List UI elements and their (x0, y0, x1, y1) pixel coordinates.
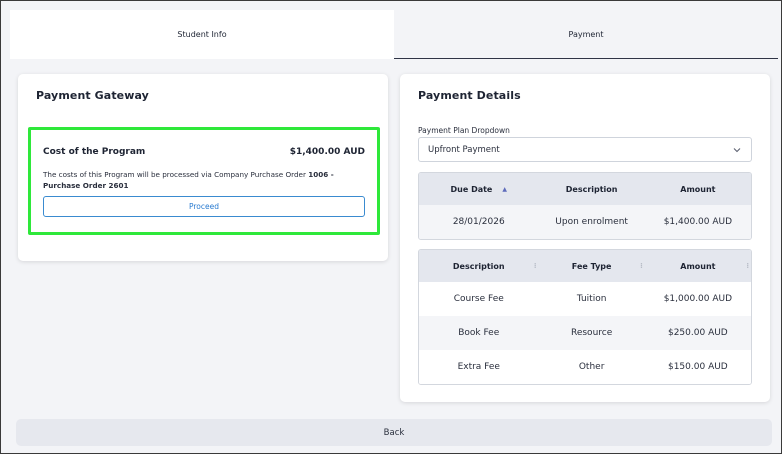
column-header-description[interactable]: Description (538, 173, 645, 205)
column-header-fee-description[interactable]: Description ⁞ (419, 250, 539, 282)
table-row: Book Fee Resource $250.00 AUD (419, 316, 751, 350)
fees-table: Description ⁞ Fee Type ⁞ Amount ⁞ Course Fe… (418, 249, 752, 385)
payment-schedule-table: Due Date ▲ Description Amount 28/01/2026 … (418, 172, 752, 240)
column-header-fee-type[interactable]: Fee Type ⁞ (538, 250, 645, 282)
column-header-fee-amount[interactable]: Amount ⁞ (644, 250, 751, 282)
column-header-due-date-label: Due Date (450, 184, 493, 194)
chevron-down-icon (733, 148, 741, 153)
cost-description-text: The costs of this Program will be proces… (43, 170, 309, 179)
fee-amount: $250.00 AUD (644, 316, 751, 350)
column-resize-icon[interactable]: ⁞ (534, 262, 536, 270)
payment-gateway-card: Payment Gateway Cost of the Program $1,4… (18, 74, 388, 261)
column-header-fee-description-label: Description (452, 261, 505, 271)
schedule-amount: $1,400.00 AUD (644, 205, 751, 239)
fee-type: Other (538, 350, 645, 384)
schedule-due-date: 28/01/2026 (419, 205, 539, 239)
sort-up-icon[interactable]: ▲ (502, 186, 507, 193)
payment-details-card: Payment Details Payment Plan Dropdown Up… (400, 74, 770, 402)
table-row: Extra Fee Other $150.00 AUD (419, 350, 751, 384)
fee-description: Extra Fee (419, 350, 539, 384)
payment-gateway-title: Payment Gateway (36, 89, 149, 102)
column-header-description-label: Description (565, 184, 618, 194)
column-header-fee-type-label: Fee Type (571, 261, 612, 271)
proceed-button[interactable]: Proceed (43, 196, 365, 217)
column-header-amount[interactable]: Amount (644, 173, 751, 205)
payment-plan-dropdown[interactable]: Upfront Payment (418, 137, 752, 162)
fee-description: Course Fee (419, 282, 539, 316)
fee-type: Tuition (538, 282, 645, 316)
payment-details-title: Payment Details (418, 89, 521, 102)
fee-amount: $150.00 AUD (644, 350, 751, 384)
back-button[interactable]: Back (16, 419, 772, 446)
tab-student-info[interactable]: Student Info (10, 10, 394, 59)
cost-label: Cost of the Program (43, 147, 146, 157)
fee-description: Book Fee (419, 316, 539, 350)
tab-payment-label: Payment (568, 29, 604, 39)
program-cost-box: Cost of the Program $1,400.00 AUD The co… (28, 127, 380, 235)
column-header-due-date[interactable]: Due Date ▲ (419, 173, 539, 205)
fee-amount: $1,000.00 AUD (644, 282, 751, 316)
cost-row: Cost of the Program $1,400.00 AUD (43, 147, 365, 157)
table-row: Course Fee Tuition $1,000.00 AUD (419, 282, 751, 316)
table-row: 28/01/2026 Upon enrolment $1,400.00 AUD (419, 205, 751, 239)
column-resize-icon[interactable]: ⁞ (746, 262, 748, 270)
column-header-amount-label: Amount (680, 184, 716, 194)
tab-bar: Student Info Payment (10, 10, 778, 59)
column-header-fee-amount-label: Amount (680, 261, 716, 271)
fee-type: Resource (538, 316, 645, 350)
payment-plan-selected: Upfront Payment (428, 144, 500, 155)
cost-description: The costs of this Program will be proces… (43, 169, 365, 191)
tab-payment[interactable]: Payment (394, 10, 778, 59)
schedule-description: Upon enrolment (538, 205, 645, 239)
payment-plan-label: Payment Plan Dropdown (418, 126, 510, 135)
tab-student-info-label: Student Info (177, 30, 227, 39)
cost-value: $1,400.00 AUD (289, 147, 365, 157)
column-resize-icon[interactable]: ⁞ (640, 262, 642, 270)
